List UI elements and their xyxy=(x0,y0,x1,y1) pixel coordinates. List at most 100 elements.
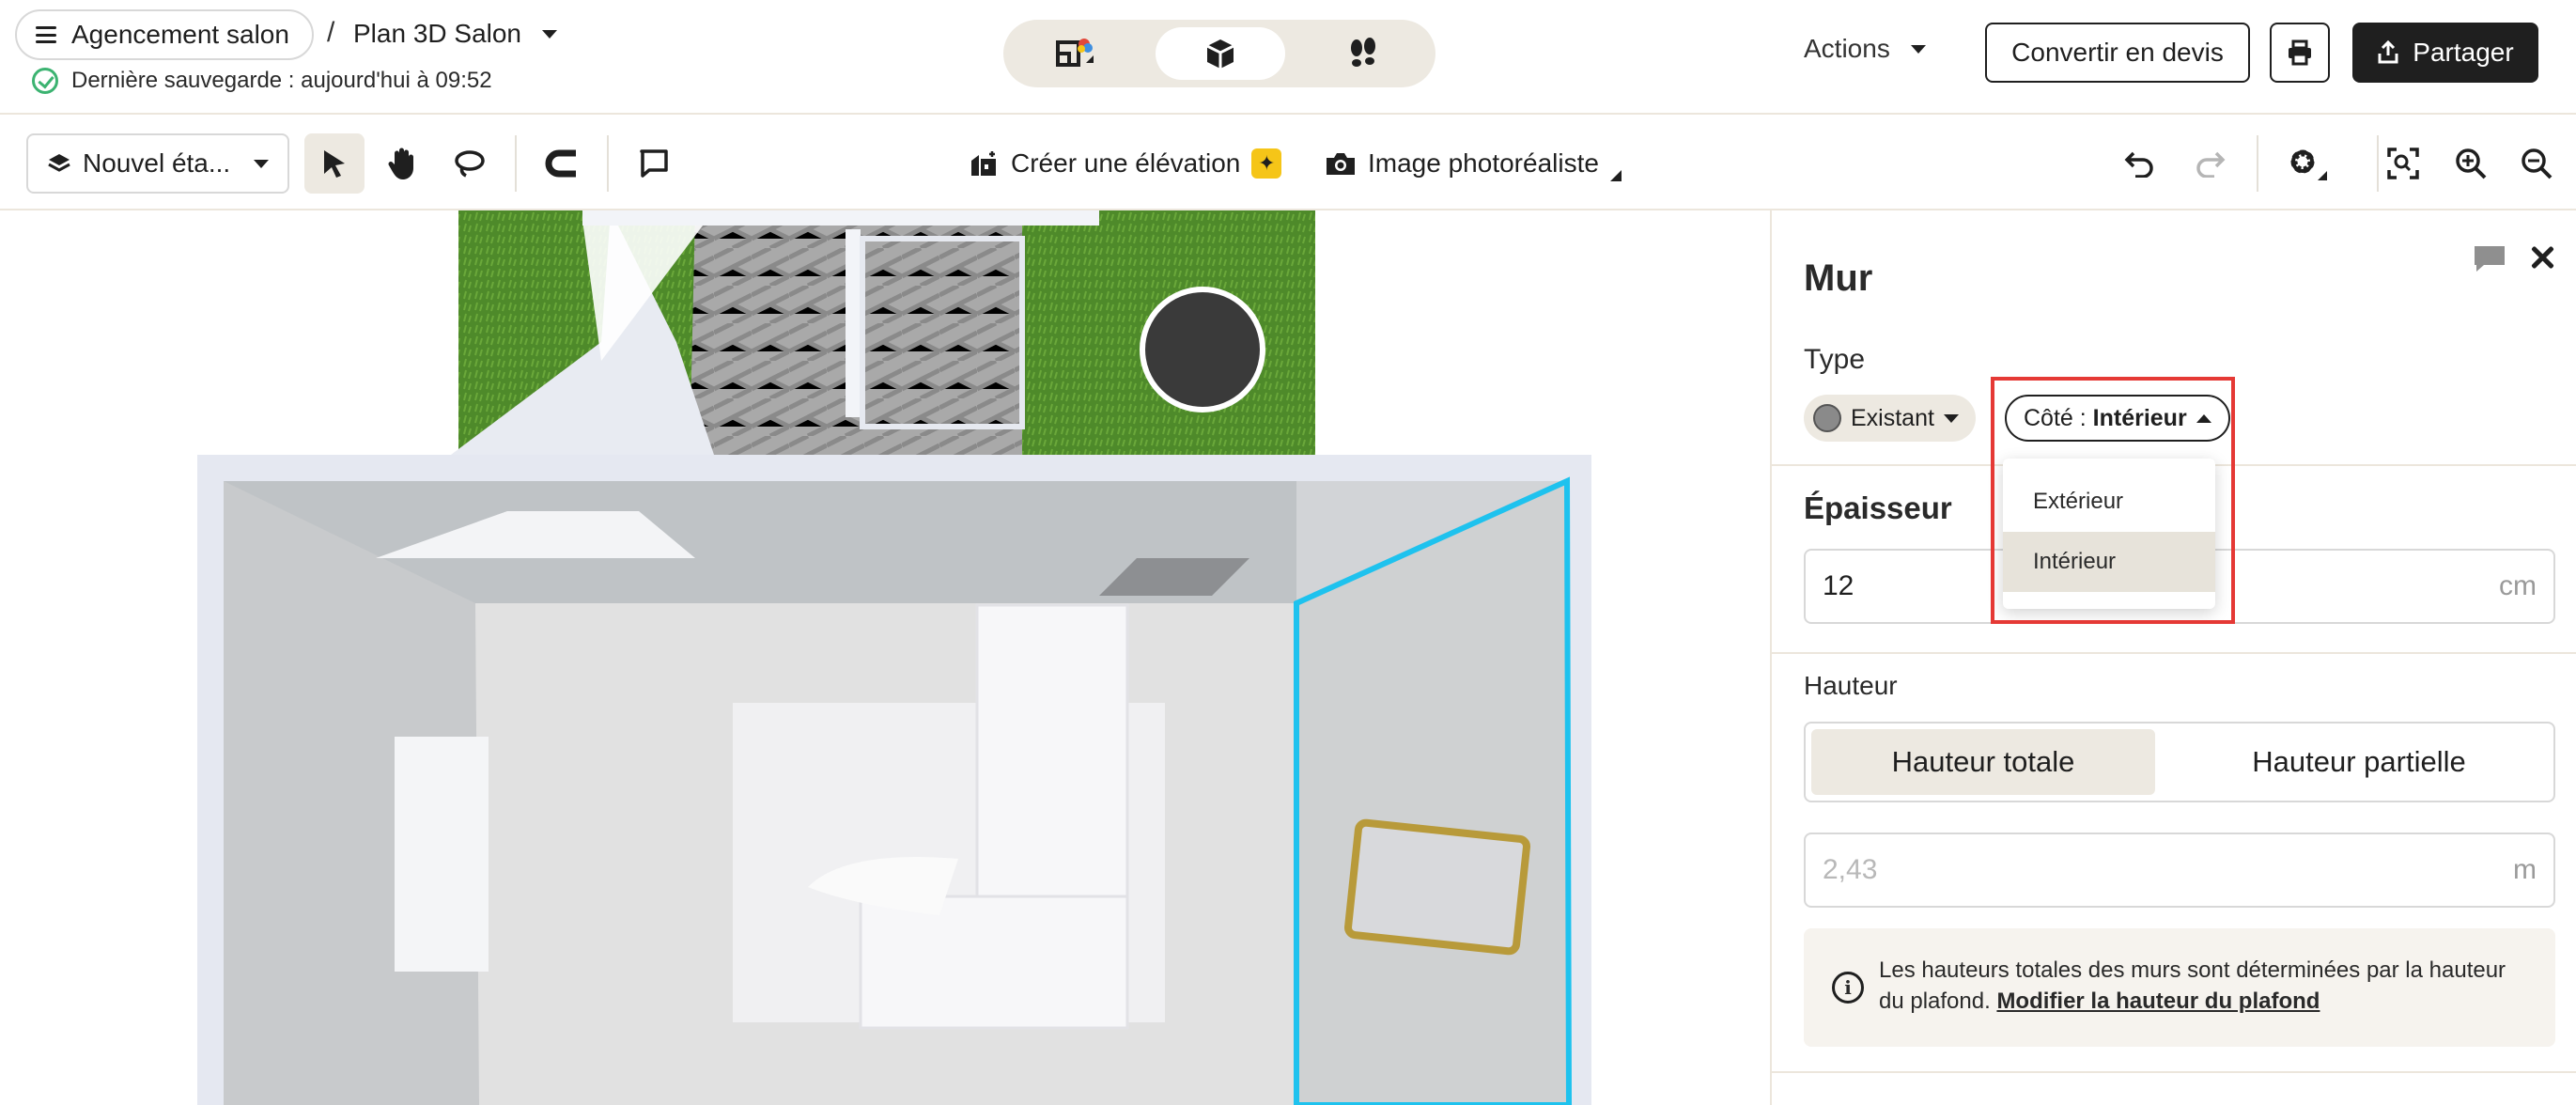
hand-icon xyxy=(388,148,413,179)
lasso-tool[interactable] xyxy=(440,133,500,194)
side-option-exterior[interactable]: Extérieur xyxy=(2003,472,2215,532)
print-button[interactable] xyxy=(2270,23,2330,83)
zoom-out-icon xyxy=(2522,148,2553,179)
undo-button[interactable] xyxy=(2110,133,2170,194)
pan-tool[interactable] xyxy=(372,133,432,194)
photorealistic-label: Image photoréaliste xyxy=(1368,148,1599,178)
photorealistic-image-button[interactable]: Image photoréaliste xyxy=(1325,139,1622,188)
breadcrumb-separator: / xyxy=(327,17,335,48)
comment-icon xyxy=(2475,246,2505,272)
height-label: Hauteur xyxy=(1804,671,1898,700)
select-tool[interactable] xyxy=(304,133,365,194)
redo-icon xyxy=(2196,151,2226,178)
info-icon: i xyxy=(1832,972,1864,1004)
section-divider xyxy=(1772,652,2576,654)
chevron-down-icon xyxy=(542,29,558,39)
3d-scene xyxy=(197,210,1591,1105)
project-name: Agencement salon xyxy=(71,20,289,49)
settings-button[interactable] xyxy=(2277,133,2337,194)
chevron-down-icon xyxy=(1943,413,1959,423)
comment-tool[interactable] xyxy=(624,133,684,194)
footsteps-icon xyxy=(1351,38,1375,67)
edit-ceiling-height-link[interactable]: Modifier la hauteur du plafond xyxy=(1996,988,2320,1014)
thickness-value: 12 xyxy=(1823,570,1854,601)
layers-icon xyxy=(48,154,70,172)
save-status-text: Dernière sauvegarde : aujourd'hui à 09:5… xyxy=(71,68,492,93)
panel-title: Mur xyxy=(1804,257,1873,299)
project-menu-button[interactable]: Agencement salon xyxy=(15,9,314,60)
toolbar-divider xyxy=(515,135,517,192)
sparkle-icon: ✦ xyxy=(1251,148,1282,179)
zoom-in-icon xyxy=(2456,148,2487,179)
chevron-down-icon xyxy=(1910,44,1926,54)
focus-frame-icon xyxy=(2387,148,2419,179)
check-circle-icon xyxy=(32,68,58,94)
create-elevation-button[interactable]: Créer une élévation ✦ xyxy=(970,139,1282,188)
view-walk-button[interactable] xyxy=(1298,27,1428,80)
3d-viewport[interactable] xyxy=(0,210,1770,1105)
status-color-swatch xyxy=(1813,404,1841,432)
magnet-tool[interactable] xyxy=(532,133,592,194)
height-input: 2,43 m xyxy=(1804,833,2555,908)
cube-3d-icon xyxy=(1206,39,1234,69)
wall-mirror xyxy=(1344,818,1530,956)
editor-toolbar: Nouvel éta... Créer une élévation ✦ Imag… xyxy=(0,115,2576,210)
height-partial-option[interactable]: Hauteur partielle xyxy=(2187,729,2531,795)
share-button[interactable]: Partager xyxy=(2352,23,2538,83)
view-3d-button[interactable] xyxy=(1156,27,1285,80)
convert-to-quote-button[interactable]: Convertir en devis xyxy=(1985,23,2250,83)
share-icon xyxy=(2378,40,2398,64)
plan-name: Plan 3D Salon xyxy=(353,19,522,48)
view-mode-switch xyxy=(1003,20,1435,87)
create-elevation-label: Créer une élévation xyxy=(1011,148,1241,178)
wall-side-menu: Extérieur Intérieur xyxy=(2003,459,2215,609)
gear-icon xyxy=(2290,149,2327,180)
wall-status-dropdown[interactable]: Existant xyxy=(1804,395,1976,442)
share-label: Partager xyxy=(2413,38,2514,67)
thickness-label: Épaisseur xyxy=(1804,490,1952,525)
floor-label: Nouvel éta... xyxy=(83,148,231,178)
plan-2d-icon xyxy=(1056,39,1094,67)
undo-icon xyxy=(2124,151,2153,178)
zoom-out-button[interactable] xyxy=(2506,133,2567,194)
pergola-beam xyxy=(582,210,1099,226)
wall-properties-panel: Mur Type Existant Côté : Intérieur Épais… xyxy=(1770,210,2576,1105)
magnet-icon xyxy=(545,149,576,178)
wall-side-prefix: Côté : xyxy=(2024,404,2093,431)
view-2d-button[interactable] xyxy=(1011,27,1141,80)
plan-selector[interactable]: Plan 3D Salon xyxy=(353,13,558,54)
chevron-up-icon xyxy=(2196,413,2211,423)
height-value: 2,43 xyxy=(1823,854,1878,885)
cursor-arrow-icon xyxy=(324,150,345,178)
cabinet xyxy=(395,737,489,972)
height-mode-toggle: Hauteur totale Hauteur partielle xyxy=(1804,722,2555,802)
section-divider xyxy=(1772,1071,2576,1073)
zoom-in-button[interactable] xyxy=(2441,133,2501,194)
height-total-option[interactable]: Hauteur totale xyxy=(1811,729,2155,795)
side-option-interior[interactable]: Intérieur xyxy=(2003,532,2215,592)
actions-label: Actions xyxy=(1804,34,1890,63)
add-comment-button[interactable] xyxy=(2473,242,2506,279)
actions-menu[interactable]: Actions xyxy=(1804,34,1926,64)
wall-side-dropdown[interactable]: Côté : Intérieur xyxy=(2005,395,2230,442)
sofa-chaise xyxy=(859,895,1129,1030)
height-unit: m xyxy=(2513,854,2537,885)
height-info-box: i Les hauteurs totales des murs sont dét… xyxy=(1804,928,2555,1047)
lasso-icon xyxy=(455,150,485,178)
toolbar-divider xyxy=(607,135,609,192)
app-header: Agencement salon / Plan 3D Salon Dernièr… xyxy=(0,0,2576,115)
elevation-icon xyxy=(971,151,996,176)
hamburger-menu-icon xyxy=(36,26,56,43)
wall-status-label: Existant xyxy=(1851,404,1934,431)
close-icon[interactable] xyxy=(2525,241,2559,274)
round-planter xyxy=(1140,287,1265,412)
comment-icon xyxy=(640,149,668,178)
wall-side-value: Intérieur xyxy=(2092,404,2187,431)
fit-view-button[interactable] xyxy=(2373,133,2433,194)
floor-selector[interactable]: Nouvel éta... xyxy=(26,133,289,194)
type-label: Type xyxy=(1804,344,1866,375)
redo-button[interactable] xyxy=(2180,133,2240,194)
save-status: Dernière sauvegarde : aujourd'hui à 09:5… xyxy=(32,68,492,94)
corner-triangle-icon xyxy=(1609,170,1622,181)
printer-icon xyxy=(2289,39,2311,66)
